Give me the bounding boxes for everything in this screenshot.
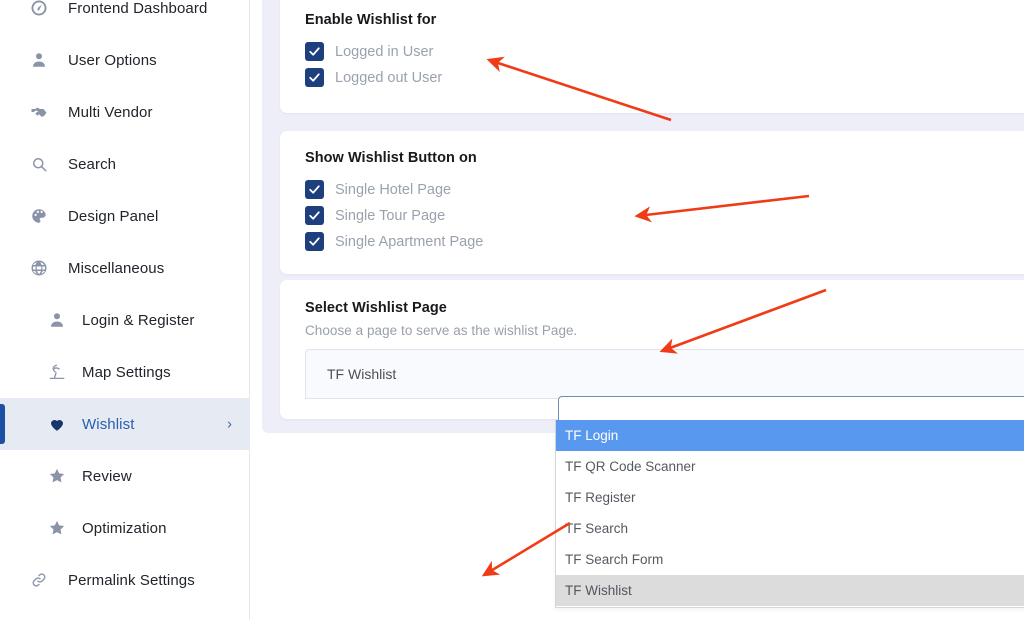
star-icon (46, 517, 68, 539)
wishlist-page-dropdown[interactable]: TF Login TF QR Code Scanner TF Register … (555, 420, 1024, 608)
gauge-icon (28, 0, 50, 19)
checkbox-single-apartment-page[interactable]: Single Apartment Page (305, 232, 483, 251)
wishlist-page-selected-value: TF Wishlist (327, 366, 397, 382)
checkmark-icon (305, 206, 324, 225)
sidebar-item-label: Frontend Dashboard (68, 0, 208, 17)
checkbox-label: Logged in User (335, 43, 434, 60)
select-wishlist-subtitle: Choose a page to serve as the wishlist P… (305, 323, 578, 338)
checkbox-label: Single Tour Page (335, 207, 446, 224)
sidebar-item-search[interactable]: Search (0, 138, 250, 190)
checkmark-icon (305, 68, 324, 87)
sidebar-item-login-register[interactable]: Login & Register (0, 294, 250, 346)
sidebar-item-label: Wishlist (82, 415, 135, 433)
globe-icon (28, 257, 50, 279)
user-icon (46, 309, 68, 331)
heart-icon (46, 413, 68, 435)
sidebar-item-permalink-settings[interactable]: Permalink Settings (0, 554, 250, 606)
sidebar-item-label: Multi Vendor (68, 103, 153, 121)
sidebar-item-label: Review (82, 467, 132, 485)
checkbox-logged-out-user[interactable]: Logged out User (305, 68, 442, 87)
settings-content: Enable Wishlist for Logged in User Logge… (250, 0, 1024, 620)
dropdown-option-tf-login[interactable]: TF Login (556, 420, 1024, 451)
checkmark-icon (305, 42, 324, 61)
sidebar-item-multi-vendor[interactable]: Multi Vendor (0, 86, 250, 138)
sidebar-item-label: Map Settings (82, 363, 171, 381)
sidebar-item-label: Permalink Settings (68, 571, 195, 589)
sidebar-item-label: Design Panel (68, 207, 159, 225)
checkbox-single-tour-page[interactable]: Single Tour Page (305, 206, 445, 225)
dropdown-option-tf-search-form[interactable]: TF Search Form (556, 544, 1024, 575)
sidebar-item-wishlist[interactable]: Wishlist › (0, 398, 250, 450)
select-wishlist-title: Select Wishlist Page (305, 300, 447, 316)
wishlist-page-select[interactable]: TF Wishlist (305, 349, 1024, 399)
sidebar-item-map-settings[interactable]: Map Settings (0, 346, 250, 398)
sidebar-item-label: User Options (68, 51, 157, 69)
show-wishlist-title: Show Wishlist Button on (305, 150, 477, 166)
checkbox-label: Logged out User (335, 69, 443, 86)
dropdown-option-tf-wishlist[interactable]: TF Wishlist (556, 575, 1024, 606)
sidebar-item-label: Miscellaneous (68, 259, 165, 277)
checkbox-logged-in-user[interactable]: Logged in User (305, 42, 433, 61)
palette-icon (28, 205, 50, 227)
handshake-icon (28, 101, 50, 123)
show-wishlist-button-card: Show Wishlist Button on Single Hotel Pag… (280, 131, 1024, 274)
sidebar-item-label: Login & Register (82, 311, 195, 329)
enable-wishlist-card: Enable Wishlist for Logged in User Logge… (280, 0, 1024, 113)
checkbox-label: Single Apartment Page (335, 233, 484, 250)
sidebar-item-label: Search (68, 155, 117, 173)
checkmark-icon (305, 232, 324, 251)
sidebar: Frontend Dashboard User Options Multi Ve… (0, 0, 250, 620)
checkbox-single-hotel-page[interactable]: Single Hotel Page (305, 180, 451, 199)
sidebar-item-label: Optimization (82, 519, 167, 537)
sidebar-item-design-panel[interactable]: Design Panel (0, 190, 250, 242)
chevron-right-icon: › (227, 415, 232, 433)
dropdown-option-tf-qr-code-scanner[interactable]: TF QR Code Scanner (556, 451, 1024, 482)
search-icon (28, 153, 50, 175)
checkbox-label: Single Hotel Page (335, 181, 452, 198)
star-icon (46, 465, 68, 487)
sidebar-item-miscellaneous[interactable]: Miscellaneous (0, 242, 250, 294)
map-pin-icon (46, 361, 68, 383)
user-icon (28, 49, 50, 71)
app-root: Frontend Dashboard User Options Multi Ve… (0, 0, 1024, 620)
link-icon (28, 569, 50, 591)
checkmark-icon (305, 180, 324, 199)
dropdown-option-tf-register[interactable]: TF Register (556, 482, 1024, 513)
sidebar-item-user-options[interactable]: User Options (0, 34, 250, 86)
enable-wishlist-title: Enable Wishlist for (305, 12, 437, 28)
sidebar-item-frontend-dashboard[interactable]: Frontend Dashboard (0, 0, 250, 34)
sidebar-item-review[interactable]: Review (0, 450, 250, 502)
dropdown-option-tf-search[interactable]: TF Search (556, 513, 1024, 544)
sidebar-item-optimization[interactable]: Optimization (0, 502, 250, 554)
